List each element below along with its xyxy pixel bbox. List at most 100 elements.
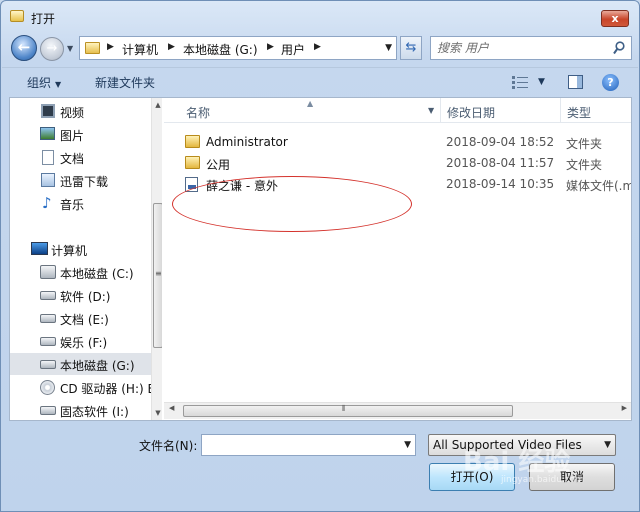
change-view-icon[interactable]	[512, 76, 528, 89]
filename-dropdown-icon[interactable]: ▼	[404, 440, 411, 450]
address-dropdown-icon[interactable]: ▼	[385, 43, 392, 53]
sidebar-item-cd-drive-h[interactable]: CD 驱动器 (H:) E	[10, 376, 152, 398]
file-modified-date: 2018-08-04 11:57	[446, 156, 555, 170]
file-row-public[interactable]: 公用 2018-08-04 11:57 文件夹	[164, 153, 631, 173]
grip-icon: ⦀	[342, 404, 346, 413]
video-library-icon	[41, 104, 55, 118]
sidebar-item-documents[interactable]: 文档	[10, 146, 152, 168]
scrollbar-thumb[interactable]: ≡	[153, 203, 162, 348]
file-type: 文件夹	[566, 158, 603, 172]
column-header-row: ▲ 名称 ▼ 修改日期 类型	[164, 98, 631, 123]
system-drive-icon	[40, 265, 56, 279]
organize-label: 组织	[27, 76, 52, 90]
help-icon[interactable]: ?	[602, 74, 619, 91]
column-header-type[interactable]: 类型	[561, 98, 631, 123]
sidebar-item-label: CD 驱动器 (H:) E	[60, 382, 152, 396]
sidebar-item-computer[interactable]: 计算机	[10, 238, 152, 260]
search-icon[interactable]	[613, 41, 625, 55]
breadcrumb-users[interactable]: 用户	[281, 41, 305, 58]
forward-button[interactable]: →	[40, 37, 64, 61]
sidebar-item-label: 文档 (E:)	[60, 313, 109, 327]
file-row-administrator[interactable]: Administrator 2018-09-04 18:52 文件夹	[164, 132, 631, 152]
breadcrumb-separator-icon[interactable]: ▶	[314, 42, 321, 52]
sidebar-item-drive-f[interactable]: 娱乐 (F:)	[10, 330, 152, 352]
file-type-dropdown-icon[interactable]: ▼	[604, 440, 611, 450]
title-bar[interactable]: 打开 x	[1, 1, 639, 31]
cd-drive-icon	[40, 380, 55, 395]
sidebar-item-videos[interactable]: 视频	[10, 100, 152, 122]
file-name: Administrator	[206, 135, 288, 149]
file-modified-date: 2018-09-14 10:35	[446, 177, 555, 191]
search-input[interactable]	[437, 40, 607, 56]
file-modified-date: 2018-09-04 18:52	[446, 135, 555, 149]
drive-icon	[40, 337, 56, 346]
sidebar-item-label: 计算机	[51, 244, 88, 258]
folder-icon	[185, 156, 200, 169]
scroll-up-icon[interactable]: ▲	[152, 98, 162, 112]
drive-icon	[40, 360, 56, 369]
sidebar-item-thunder-downloads[interactable]: 迅雷下载	[10, 169, 152, 191]
filename-combobox[interactable]: ▼	[201, 434, 416, 456]
breadcrumb-separator-icon[interactable]: ▶	[168, 42, 175, 52]
sidebar-item-drive-g[interactable]: 本地磁盘 (G:)	[10, 353, 152, 375]
column-header-date[interactable]: 修改日期	[441, 98, 559, 123]
folder-app-icon	[10, 10, 24, 22]
picture-library-icon	[40, 127, 55, 140]
sidebar-item-music[interactable]: ♪ 音乐	[10, 192, 152, 214]
search-box[interactable]	[430, 36, 632, 60]
sidebar-item-drive-i[interactable]: 固态软件 (I:)	[10, 399, 152, 420]
view-options-dropdown-icon[interactable]: ▼	[538, 77, 545, 87]
open-file-dialog: 打开 x ← → ▼ ▶ 计算机 ▶ 本地磁盘 (G:) ▶ 用户 ▶ ▼ ⇆ …	[0, 0, 640, 512]
organize-menu-button[interactable]: 组织 ▼	[27, 74, 61, 91]
sidebar-item-pictures[interactable]: 图片	[10, 123, 152, 145]
sidebar-item-label: 软件 (D:)	[60, 290, 111, 304]
file-type: 媒体文件(.m	[566, 179, 631, 193]
sidebar-item-label: 本地磁盘 (C:)	[60, 267, 134, 281]
file-name: 公用	[206, 158, 231, 172]
file-type: 文件夹	[566, 137, 603, 151]
sidebar-item-label: 文档	[60, 152, 85, 166]
column-filter-dropdown-icon[interactable]: ▼	[428, 106, 434, 115]
music-library-icon: ♪	[42, 194, 52, 212]
breadcrumb-computer[interactable]: 计算机	[122, 41, 158, 58]
sidebar-item-drive-d[interactable]: 软件 (D:)	[10, 284, 152, 306]
breadcrumb-separator-icon[interactable]: ▶	[107, 42, 114, 52]
sidebar-item-drive-e[interactable]: 文档 (E:)	[10, 307, 152, 329]
navigation-scrollbar[interactable]: ▲ ≡ ▼	[151, 98, 162, 420]
grip-icon: ≡	[155, 269, 162, 278]
new-folder-button[interactable]: 新建文件夹	[95, 74, 155, 91]
navigation-bar: ← → ▼ ▶ 计算机 ▶ 本地磁盘 (G:) ▶ 用户 ▶ ▼ ⇆	[1, 31, 639, 63]
window-title: 打开	[31, 12, 56, 26]
scroll-left-icon[interactable]: ◀	[169, 404, 174, 412]
file-list-pane: ▲ 名称 ▼ 修改日期 类型 Administrator 2018-09-04 …	[164, 98, 631, 420]
command-bar: 组织 ▼ 新建文件夹 ▼ ?	[2, 67, 638, 97]
content-area: 视频 图片 文档 迅雷下载 ♪ 音乐 计算机 本地磁盘 (C:) 软件 (D:)…	[9, 97, 632, 421]
filename-input[interactable]	[206, 437, 394, 453]
scroll-down-icon[interactable]: ▼	[152, 406, 162, 420]
horizontal-scrollbar[interactable]: ◀ ⦀ ▶	[164, 402, 631, 419]
scrollbar-thumb[interactable]: ⦀	[183, 404, 513, 417]
refresh-button[interactable]: ⇆	[400, 36, 422, 60]
scroll-right-icon[interactable]: ▶	[622, 404, 627, 412]
column-header-name[interactable]: 名称	[180, 98, 436, 123]
drive-icon	[40, 406, 56, 415]
computer-icon	[31, 242, 48, 255]
filename-label: 文件名(N):	[139, 439, 198, 453]
back-button[interactable]: ←	[11, 35, 37, 61]
folder-icon	[185, 135, 200, 148]
recent-pages-dropdown-icon[interactable]: ▼	[67, 44, 73, 53]
download-folder-icon	[41, 173, 55, 187]
breadcrumb-drive-g[interactable]: 本地磁盘 (G:)	[183, 41, 258, 58]
document-library-icon	[42, 150, 54, 165]
chevron-down-icon: ▼	[55, 80, 62, 89]
address-bar[interactable]: ▶ 计算机 ▶ 本地磁盘 (G:) ▶ 用户 ▶ ▼	[79, 36, 397, 60]
watermark-url: jingyan.baidu.com	[501, 475, 585, 485]
breadcrumb-separator-icon[interactable]: ▶	[267, 42, 274, 52]
navigation-pane: 视频 图片 文档 迅雷下载 ♪ 音乐 计算机 本地磁盘 (C:) 软件 (D:)…	[10, 98, 162, 420]
close-button[interactable]: x	[601, 10, 629, 27]
sidebar-item-drive-c[interactable]: 本地磁盘 (C:)	[10, 261, 152, 283]
sidebar-item-label: 娱乐 (F:)	[60, 336, 108, 350]
drive-icon	[40, 291, 56, 300]
sidebar-item-label: 迅雷下载	[60, 175, 109, 189]
preview-pane-icon[interactable]	[568, 75, 583, 89]
